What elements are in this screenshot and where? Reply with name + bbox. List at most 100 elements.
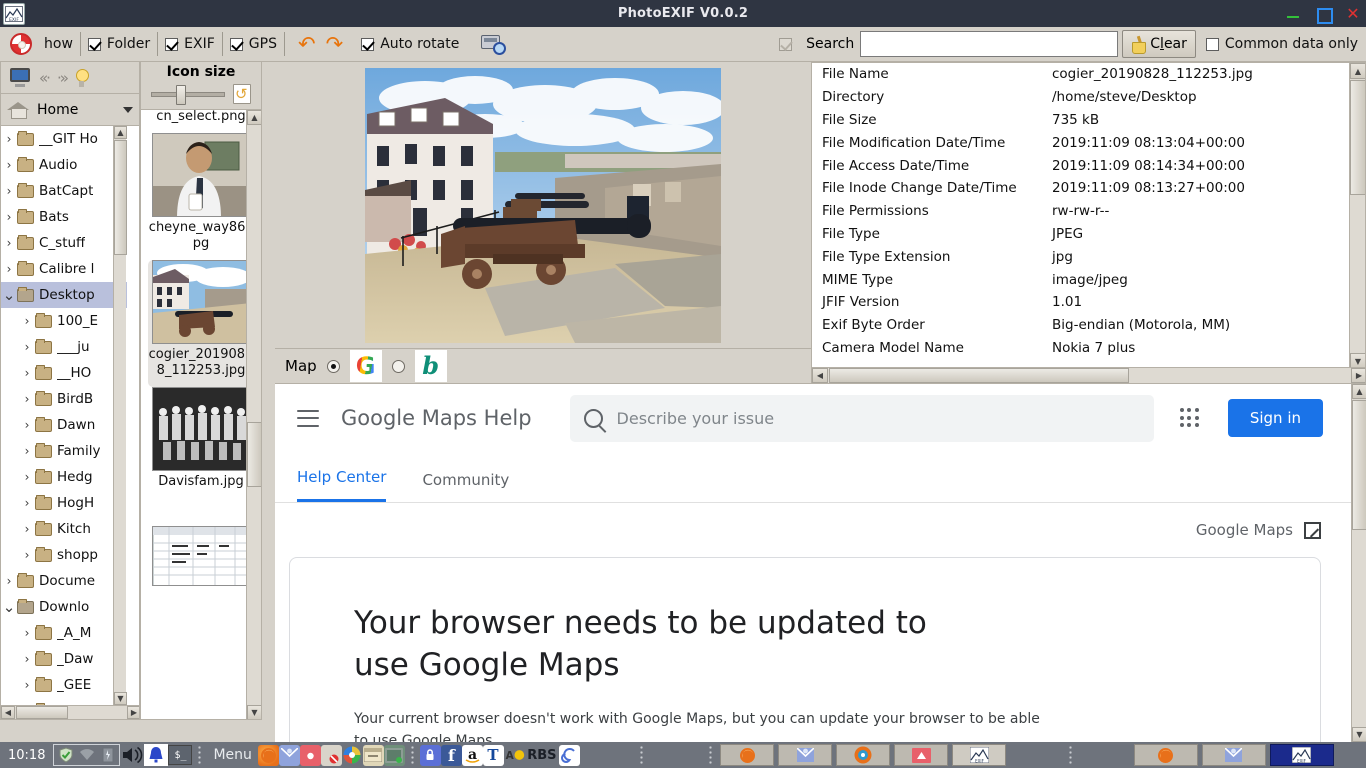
gps-checkbox-item[interactable]: GPS bbox=[230, 36, 277, 52]
browser-scroll-down-button[interactable]: ▼ bbox=[1352, 727, 1366, 742]
map-radio-google[interactable] bbox=[327, 360, 340, 373]
chevron-down-icon[interactable]: ⌄ bbox=[1, 603, 17, 611]
tree-item[interactable]: ⌄Desktop bbox=[1, 282, 127, 308]
facebook-launcher[interactable]: f bbox=[441, 745, 462, 766]
tree-item[interactable]: ›100_E bbox=[1, 308, 127, 334]
preview-image[interactable] bbox=[365, 68, 721, 343]
google-maps-button[interactable]: G bbox=[350, 350, 382, 382]
tree-item[interactable]: ›C_stuff bbox=[1, 230, 127, 256]
exif-row[interactable]: File Size735 kB bbox=[812, 109, 1365, 132]
chevron-right-icon[interactable]: › bbox=[19, 496, 35, 510]
tree-item[interactable]: ›Kitch bbox=[1, 516, 127, 542]
chevron-right-icon[interactable]: › bbox=[1, 184, 17, 198]
firefox-launcher[interactable] bbox=[258, 745, 279, 766]
bell-icon[interactable] bbox=[144, 744, 168, 766]
chevron-right-icon[interactable]: › bbox=[1, 158, 17, 172]
exif-row[interactable]: JFIF Version1.01 bbox=[812, 291, 1365, 314]
external-link-icon[interactable] bbox=[1304, 522, 1321, 539]
auto-rotate-checkbox[interactable] bbox=[361, 38, 374, 51]
thumbnails-scroll-down-button[interactable]: ▼ bbox=[247, 705, 262, 720]
thumbnails-scroll-thumb[interactable] bbox=[247, 422, 262, 487]
exif-checkbox-item[interactable]: EXIF bbox=[165, 36, 215, 52]
exif-row[interactable]: File TypeJPEG bbox=[812, 223, 1365, 246]
rotate-left-icon[interactable]: ↶ bbox=[298, 34, 316, 55]
browser-scroll-up-button[interactable]: ▲ bbox=[1352, 384, 1366, 399]
image-inspect-icon[interactable] bbox=[481, 33, 507, 55]
taskbar-grip-2[interactable] bbox=[410, 745, 415, 765]
google-apps-grid-icon[interactable] bbox=[1180, 408, 1200, 428]
chevron-right-icon[interactable]: › bbox=[1, 236, 17, 250]
folder-tree[interactable]: ›__GIT Ho›Audio›BatCapt›Bats›C_stuff›Cal… bbox=[0, 126, 140, 720]
tree-item[interactable]: ›_Daw bbox=[1, 646, 127, 672]
tesco-launcher[interactable]: T bbox=[483, 745, 504, 766]
chevron-right-icon[interactable]: › bbox=[19, 314, 35, 328]
tree-item[interactable]: ›shopp bbox=[1, 542, 127, 568]
taskbar-grip-4[interactable] bbox=[708, 745, 713, 765]
chevron-right-icon[interactable]: › bbox=[19, 626, 35, 640]
exif-row[interactable]: File Type Extensionjpg bbox=[812, 245, 1365, 268]
location-bar[interactable]: Home bbox=[0, 94, 140, 126]
exif-scroll-left-button[interactable]: ◀ bbox=[812, 368, 828, 383]
exif-checkbox[interactable] bbox=[165, 38, 178, 51]
clear-button[interactable]: Clear bbox=[1122, 30, 1196, 58]
icon-size-slider-knob[interactable] bbox=[176, 85, 186, 105]
tree-vertical-scrollbar[interactable]: ▲ ▼ bbox=[113, 126, 126, 705]
battery-icon[interactable] bbox=[98, 746, 117, 765]
tree-item[interactable]: ⌄Downlo bbox=[1, 594, 127, 620]
chevron-right-icon[interactable]: › bbox=[1, 132, 17, 146]
thumbnail-list[interactable]: cn_select.pngcheyne_way86.jpgcogier_2019… bbox=[140, 110, 262, 720]
exif-scroll-thumb[interactable] bbox=[1350, 80, 1366, 195]
tree-item[interactable]: ›__HO bbox=[1, 360, 127, 386]
hamburger-menu-icon[interactable] bbox=[297, 410, 319, 427]
folder-checkbox[interactable] bbox=[88, 38, 101, 51]
mail-launcher[interactable] bbox=[279, 745, 300, 766]
search-input[interactable] bbox=[860, 31, 1118, 57]
close-button[interactable]: ✕ bbox=[1346, 7, 1360, 21]
browser-vertical-scrollbar[interactable]: ▲ ▼ bbox=[1351, 384, 1366, 742]
tree-scroll-right-button[interactable]: ▶ bbox=[127, 706, 140, 719]
chevron-right-icon[interactable]: › bbox=[19, 418, 35, 432]
rotate-right-icon[interactable]: ↷ bbox=[326, 34, 344, 55]
exif-row[interactable]: File Access Date/Time2019:11:09 08:14:34… bbox=[812, 154, 1365, 177]
chevron-right-icon[interactable]: › bbox=[19, 392, 35, 406]
tree-hscroll-thumb[interactable] bbox=[16, 706, 68, 719]
tab-help-center[interactable]: Help Center bbox=[297, 468, 386, 502]
tree-scroll-thumb[interactable] bbox=[114, 140, 127, 255]
product-link-row[interactable]: Google Maps bbox=[275, 503, 1351, 539]
thumbnail-item[interactable] bbox=[148, 526, 254, 586]
thumbnail-item[interactable]: Davisfam.jpg bbox=[148, 387, 254, 498]
exif-row[interactable]: MIME Typeimage/jpeg bbox=[812, 268, 1365, 291]
thumbnail-item[interactable]: cogier_20190828_112253.jpg bbox=[148, 260, 254, 387]
common-data-checkbox[interactable] bbox=[1206, 38, 1219, 51]
exif-row[interactable]: File Modification Date/Time2019:11:09 08… bbox=[812, 131, 1365, 154]
exif-scroll-up-button[interactable]: ▲ bbox=[1350, 63, 1366, 79]
forward-arrow-icon[interactable]: ·» bbox=[57, 69, 67, 87]
help-search-box[interactable]: Describe your issue bbox=[570, 395, 1154, 442]
tree-item[interactable]: ›BirdB bbox=[1, 386, 127, 412]
tree-item[interactable]: ›BatCapt bbox=[1, 178, 127, 204]
chevron-right-icon[interactable]: › bbox=[1, 262, 17, 276]
lightbulb-icon[interactable] bbox=[75, 69, 88, 87]
thumbnail-item[interactable]: cheyne_way86.jpg bbox=[148, 133, 254, 260]
block-launcher[interactable] bbox=[321, 745, 342, 766]
tree-item[interactable]: ›__GIT Ho bbox=[1, 126, 127, 152]
thumbnails-scroll-up-button[interactable]: ▲ bbox=[247, 110, 262, 125]
gps-checkbox[interactable] bbox=[230, 38, 243, 51]
tree-item[interactable]: ›Bats bbox=[1, 204, 127, 230]
thumbnails-scrollbar[interactable]: ▲ ▼ bbox=[246, 110, 261, 720]
exif-vertical-scrollbar[interactable]: ▲ ▼ bbox=[1349, 63, 1365, 369]
chevron-right-icon[interactable]: › bbox=[19, 470, 35, 484]
tree-item[interactable]: ›_GEE bbox=[1, 672, 127, 698]
minimize-button[interactable] bbox=[1286, 7, 1300, 21]
thumbnail-item[interactable]: cn_select.png bbox=[148, 110, 254, 133]
browser-window-button[interactable] bbox=[836, 744, 890, 766]
lock-launcher[interactable] bbox=[420, 745, 441, 766]
chevron-right-icon[interactable]: › bbox=[19, 366, 35, 380]
chevron-right-icon[interactable]: › bbox=[1, 574, 17, 588]
exif-hscroll-thumb[interactable] bbox=[829, 368, 1129, 383]
firefox-tray-window-button[interactable] bbox=[1134, 744, 1198, 766]
tree-item[interactable]: ›HogH bbox=[1, 490, 127, 516]
computer-icon[interactable] bbox=[9, 68, 31, 87]
tree-item[interactable]: ›_A_M bbox=[1, 620, 127, 646]
common-data-checkbox-item[interactable]: Common data only bbox=[1206, 36, 1358, 52]
